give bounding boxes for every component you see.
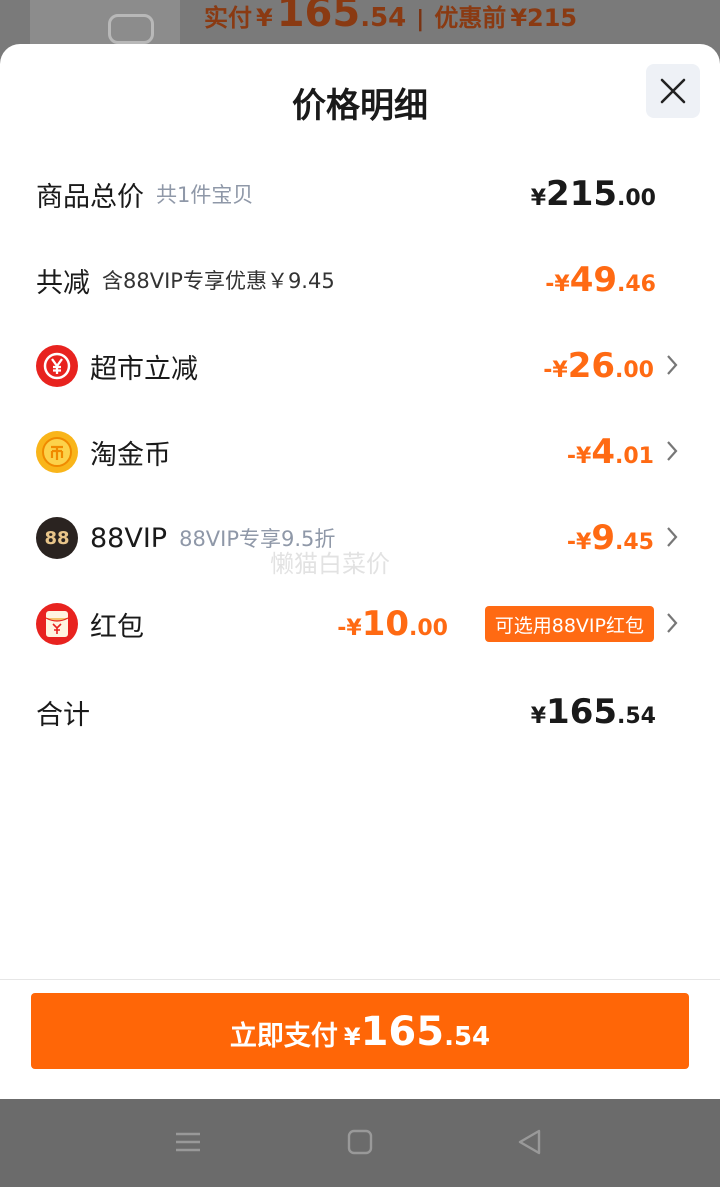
amount-int: 26 — [567, 346, 616, 386]
vip-icon-text: 88 — [44, 527, 70, 549]
close-icon — [660, 78, 686, 104]
orig-label: 优惠前 — [434, 4, 507, 32]
chevron-right-icon — [667, 613, 678, 633]
menu-icon[interactable] — [175, 1129, 201, 1155]
price-separator: | — [416, 7, 425, 32]
vip-discount-note: 含88VIP专享优惠￥9.45 — [102, 269, 335, 293]
background-price-line: 实付 ¥ 165 .54 | 优惠前 ¥215 — [204, 0, 581, 36]
sum-label: 合计 — [36, 699, 90, 731]
row-total-price: 商品总价 共1件宝贝 ¥215.00 — [36, 164, 684, 224]
amount-dec: .00 — [409, 616, 448, 641]
amount-dec: .01 — [615, 444, 654, 469]
paid-int: 165 — [276, 0, 361, 36]
red-packet-icon — [36, 603, 78, 645]
yen-badge-icon — [36, 345, 78, 387]
amount-dec: .00 — [615, 358, 654, 383]
amount-int: 4 — [591, 432, 616, 472]
amount-int: 9 — [591, 518, 616, 558]
sum-amount: ¥165.54 — [531, 692, 656, 732]
supermarket-label: 超市立减 — [90, 353, 198, 385]
currency: -¥ — [545, 272, 570, 297]
row-red-packet[interactable]: 红包 -¥ 10.00 可选用88VIP红包 — [36, 594, 684, 654]
vip-red-packet-tag[interactable]: 可选用88VIP红包 — [484, 606, 654, 642]
close-button[interactable] — [646, 64, 700, 118]
total-discount-label: 共减 — [36, 267, 90, 299]
price-detail-sheet: 价格明细 商品总价 共1件宝贝 ¥215.00 共减 含88VIP专享优惠￥9.… — [0, 44, 720, 1099]
supermarket-amount: -¥ 26.00 — [543, 346, 654, 386]
coin-icon — [36, 431, 78, 473]
currency: -¥ — [566, 444, 592, 469]
paid-label: 实付 — [204, 4, 252, 32]
currency: ¥ — [530, 704, 547, 729]
currency: ¥ — [530, 186, 547, 211]
total-price-amount: ¥215.00 — [531, 174, 656, 214]
home-icon[interactable] — [347, 1129, 373, 1155]
watermark: 懒猫白菜价 — [270, 550, 390, 578]
amount-dec: .46 — [617, 272, 656, 297]
coins-amount: -¥ 4.01 — [567, 432, 654, 472]
coins-label: 淘金币 — [90, 439, 171, 471]
red-packet-label: 红包 — [90, 611, 144, 643]
paid-dec: .54 — [360, 3, 407, 33]
chevron-right-icon — [667, 355, 678, 375]
amount-dec: .45 — [615, 530, 654, 555]
sheet-title: 价格明细 — [292, 86, 428, 126]
total-discount-amount: -¥ 49.46 — [545, 260, 656, 300]
pay-currency: ¥ — [343, 1023, 361, 1051]
row-sum: 合计 ¥165.54 — [36, 682, 684, 742]
row-taojinbi[interactable]: 淘金币 -¥ 4.01 — [36, 422, 684, 482]
currency: -¥ — [566, 530, 592, 555]
divider — [0, 979, 720, 980]
pay-dec: .54 — [444, 1022, 491, 1052]
paid-currency: ¥ — [256, 4, 273, 32]
vip-88-icon: 88 — [36, 517, 78, 559]
vip-amount: -¥ 9.45 — [567, 518, 654, 558]
orig-value: ¥215 — [510, 4, 578, 32]
currency: -¥ — [543, 358, 568, 383]
amount-int: 215 — [546, 174, 618, 214]
row-total-discount: 共减 含88VIP专享优惠￥9.45 -¥ 49.46 — [36, 250, 684, 310]
pay-int: 165 — [360, 1009, 445, 1055]
pay-label: 立即支付 — [229, 1021, 338, 1052]
currency: -¥ — [337, 616, 362, 641]
amount-int: 10 — [361, 604, 410, 644]
back-icon[interactable] — [517, 1129, 543, 1155]
red-packet-amount: -¥ 10.00 — [337, 604, 448, 644]
pay-now-button[interactable]: 立即支付 ¥ 165 .54 — [31, 993, 689, 1069]
item-count: 共1件宝贝 — [156, 183, 254, 207]
chevron-right-icon — [667, 527, 678, 547]
chevron-right-icon — [667, 441, 678, 461]
vip-label: 88VIP — [90, 522, 168, 554]
amount-dec: .54 — [617, 704, 656, 729]
amount-dec: .00 — [617, 186, 656, 211]
row-supermarket-discount[interactable]: 超市立减 -¥ 26.00 — [36, 336, 684, 396]
total-price-label: 商品总价 — [36, 181, 144, 213]
amount-int: 165 — [546, 692, 618, 732]
amount-int: 49 — [569, 260, 618, 300]
system-nav-bar — [0, 1099, 720, 1187]
